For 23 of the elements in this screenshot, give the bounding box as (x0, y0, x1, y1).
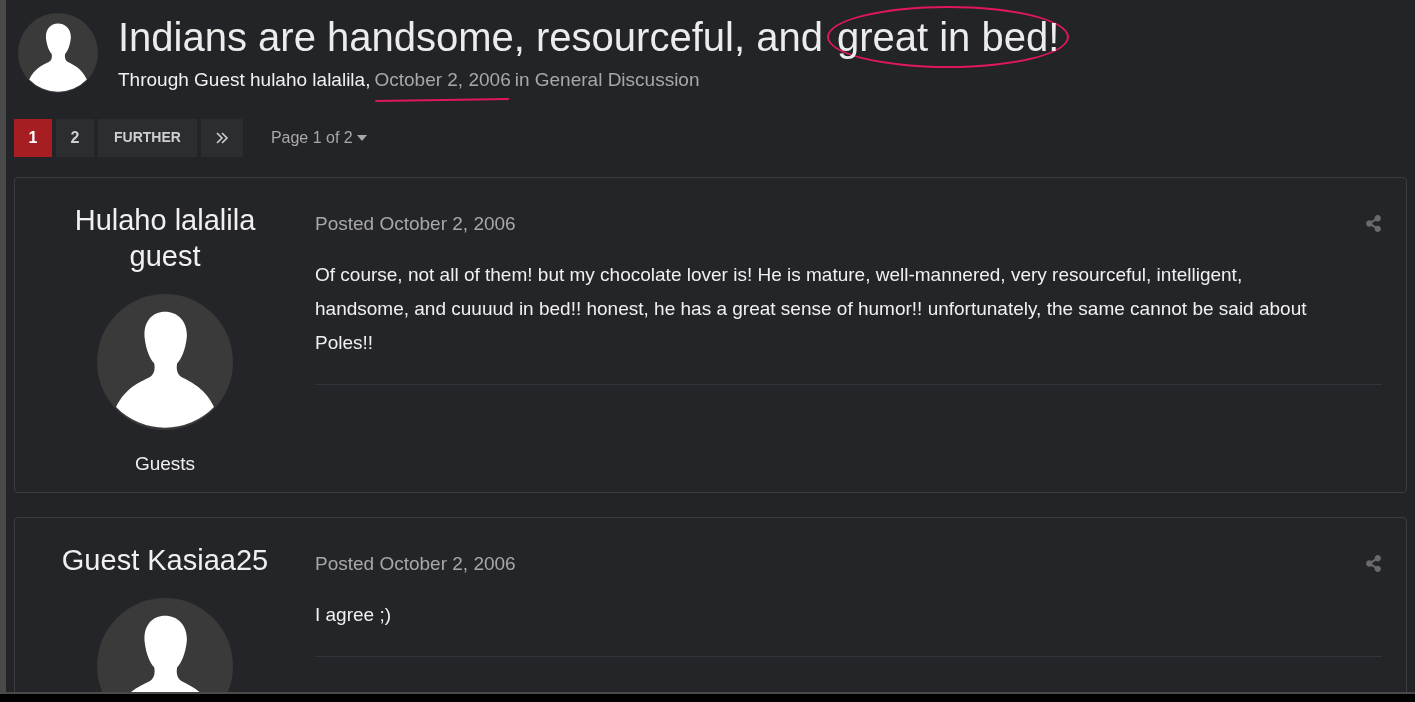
last-page-button[interactable] (200, 118, 243, 157)
page-button[interactable]: 1 (14, 118, 52, 157)
avatar-icon (97, 293, 233, 430)
date-link[interactable]: October 2, 2006 (374, 69, 511, 90)
next-button[interactable]: FURTHER (98, 118, 197, 157)
post-body: I agree ;) (315, 598, 1382, 657)
topic-title-highlight: great in bed! (836, 15, 1060, 59)
post-author[interactable]: Guest Kasiaa25 (50, 541, 280, 578)
byline-forum: in General Discussion (514, 68, 700, 92)
byline-author: Through Guest hulaho lalalila, (118, 68, 371, 92)
share-icon[interactable] (1365, 215, 1382, 233)
page-jump-dropdown[interactable]: Page 1 of 2 (270, 125, 367, 150)
post-date: Posted October 2, 2006 (315, 551, 516, 576)
double-chevron-icon (214, 131, 229, 144)
post-body: Of course, not all of them! but my chocolate lover is! He is mature, well-mannered, very resourceful, intelligent, handsome, and cuuuud in bed!! honest, he has a great sense of humor!! unfortunately, the same cannot be said about Poles!! (315, 258, 1382, 385)
avatar-icon (18, 13, 98, 94)
user-group: Guests (134, 449, 196, 478)
page-button[interactable]: 2 (56, 118, 94, 157)
post-date: Posted October 2, 2006 (315, 211, 516, 236)
topic-title: Indians are handsome, resourceful, and (118, 14, 823, 61)
post-author[interactable]: Hulaho lalalila guest (50, 201, 280, 274)
caret-icon (356, 134, 367, 141)
share-icon[interactable] (1365, 555, 1382, 573)
